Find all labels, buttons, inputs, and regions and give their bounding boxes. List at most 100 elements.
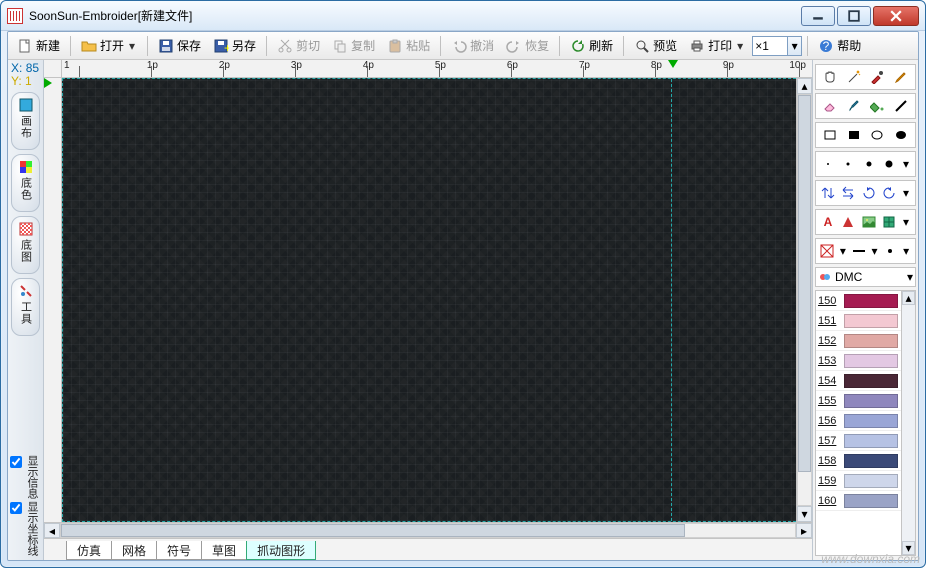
bucket-tool-icon[interactable]: [867, 97, 889, 115]
minimize-button[interactable]: [801, 6, 835, 26]
refresh-button[interactable]: 刷新: [565, 35, 618, 57]
dot-small-icon[interactable]: [819, 155, 837, 173]
dot-med-icon[interactable]: [839, 155, 857, 173]
vertical-guide[interactable]: [671, 79, 672, 521]
chevron-down-icon[interactable]: ▾: [900, 242, 912, 260]
refresh-icon: [570, 38, 586, 54]
wand-tool-icon[interactable]: [843, 68, 865, 86]
scroll-left-icon[interactable]: ◂: [44, 523, 60, 538]
print-button[interactable]: 打印▾: [684, 35, 750, 57]
copy-button[interactable]: 复制: [327, 35, 380, 57]
undo-button[interactable]: 撤消: [446, 35, 499, 57]
paste-button[interactable]: 粘贴: [382, 35, 435, 57]
chevron-down-icon[interactable]: ▾: [127, 39, 137, 53]
horizontal-ruler[interactable]: 11p2p3p4p5p6p7p8p9p10p: [62, 60, 812, 78]
cut-button[interactable]: 剪切: [272, 35, 325, 57]
chevron-down-icon[interactable]: ▾: [837, 242, 849, 260]
palette-row[interactable]: 155: [816, 391, 901, 411]
palette-row[interactable]: 158: [816, 451, 901, 471]
rotate-l-icon[interactable]: [880, 184, 898, 202]
zoom-combo[interactable]: ▾: [752, 36, 802, 56]
rect-outline-icon[interactable]: [819, 126, 841, 144]
scroll-up-icon[interactable]: ▴: [902, 291, 915, 305]
show-info-checkbox[interactable]: 显示信息: [10, 455, 41, 499]
ruler-tick: 10p: [728, 60, 800, 77]
redo-button[interactable]: 恢复: [501, 35, 554, 57]
palette-scrollbar[interactable]: ▴▾: [901, 291, 915, 555]
ellipse-fill-icon[interactable]: [890, 126, 912, 144]
eyedropper-tool-icon[interactable]: [867, 68, 889, 86]
rotate-r-icon[interactable]: [860, 184, 878, 202]
scroll-right-icon[interactable]: ▸: [796, 523, 812, 538]
palette-row[interactable]: 156: [816, 411, 901, 431]
ellipse-outline-icon[interactable]: [867, 126, 889, 144]
palette-row[interactable]: 150: [816, 291, 901, 311]
saveas-button[interactable]: +另存: [208, 35, 261, 57]
eraser-tool-icon[interactable]: [819, 97, 841, 115]
palette-row[interactable]: 159: [816, 471, 901, 491]
triangle-tool-icon[interactable]: [839, 213, 857, 231]
save-button[interactable]: 保存: [153, 35, 206, 57]
rect-fill-icon[interactable]: [843, 126, 865, 144]
sidebar-tab-baseimg[interactable]: 底图: [11, 216, 40, 274]
new-button[interactable]: 新建: [12, 35, 65, 57]
brush-tool-icon[interactable]: [843, 97, 865, 115]
palette-row[interactable]: 152: [816, 331, 901, 351]
cross-red-icon[interactable]: [819, 242, 835, 260]
client-area: 新建 打开▾ 保存 +另存 剪切 复制 粘贴 撤消 恢复 刷新 预览 打印▾ ▾…: [7, 31, 919, 561]
zoom-input[interactable]: [753, 39, 787, 53]
vscroll-thumb[interactable]: [798, 95, 811, 472]
chevron-down-icon[interactable]: ▾: [787, 37, 801, 55]
palette-row[interactable]: 154: [816, 371, 901, 391]
dot-large-icon[interactable]: [860, 155, 878, 173]
chevron-down-icon[interactable]: ▾: [907, 270, 913, 284]
dot-style-icon[interactable]: [882, 242, 898, 260]
show-coord-checkbox[interactable]: 显示坐标线: [10, 501, 41, 556]
preview-button[interactable]: 预览: [629, 35, 682, 57]
palette-row[interactable]: 153: [816, 351, 901, 371]
palette-row[interactable]: 151: [816, 311, 901, 331]
sidebar-tab-tools[interactable]: 工具: [11, 278, 40, 336]
horizontal-scrollbar[interactable]: ◂▸: [44, 522, 812, 538]
chevron-down-icon[interactable]: ▾: [900, 184, 912, 202]
svg-text:A: A: [824, 215, 833, 229]
grid-tool-icon[interactable]: [880, 213, 898, 231]
vertical-scrollbar[interactable]: ▴▾: [796, 78, 812, 522]
bottom-tab[interactable]: 仿真: [66, 541, 112, 560]
chevron-down-icon[interactable]: ▾: [735, 39, 745, 53]
vertical-ruler[interactable]: [44, 78, 62, 522]
chevron-down-icon[interactable]: ▾: [869, 242, 881, 260]
hand-tool-icon[interactable]: [819, 68, 841, 86]
chevron-down-icon[interactable]: ▾: [900, 213, 912, 231]
help-button[interactable]: ?帮助: [813, 35, 866, 57]
maximize-button[interactable]: [837, 6, 871, 26]
scroll-down-icon[interactable]: ▾: [797, 506, 812, 522]
bottom-tab[interactable]: 抓动图形: [246, 541, 316, 560]
palette-selector[interactable]: DMC ▾: [815, 267, 916, 287]
scroll-up-icon[interactable]: ▴: [797, 78, 812, 94]
dot-xl-icon[interactable]: [880, 155, 898, 173]
sidebar-tab-canvas[interactable]: 画布: [11, 92, 40, 150]
titlebar[interactable]: SoonSun-Embroider[新建文件]: [1, 1, 925, 31]
scroll-down-icon[interactable]: ▾: [902, 541, 915, 555]
dots-row: ▾: [815, 151, 916, 177]
close-button[interactable]: [873, 6, 919, 26]
bottom-tab[interactable]: 草图: [201, 541, 247, 560]
open-button[interactable]: 打开▾: [76, 35, 142, 57]
text-tool-icon[interactable]: A: [819, 213, 837, 231]
pencil-tool-icon[interactable]: [890, 68, 912, 86]
arrow-lr-icon[interactable]: [839, 184, 857, 202]
arrow-ud-icon[interactable]: [819, 184, 837, 202]
line-tool-icon[interactable]: [890, 97, 912, 115]
line-style-icon[interactable]: [851, 242, 867, 260]
palette-row[interactable]: 157: [816, 431, 901, 451]
sidebar-tab-basecolor[interactable]: 底色: [11, 154, 40, 212]
bottom-tab[interactable]: 网格: [111, 541, 157, 560]
chevron-down-icon[interactable]: ▾: [900, 155, 912, 173]
bottom-tab[interactable]: 符号: [156, 541, 202, 560]
floppy-icon: [158, 38, 174, 54]
hscroll-thumb[interactable]: [61, 524, 685, 537]
image-tool-icon[interactable]: [860, 213, 878, 231]
canvas[interactable]: [62, 78, 796, 522]
palette-row[interactable]: 160: [816, 491, 901, 511]
